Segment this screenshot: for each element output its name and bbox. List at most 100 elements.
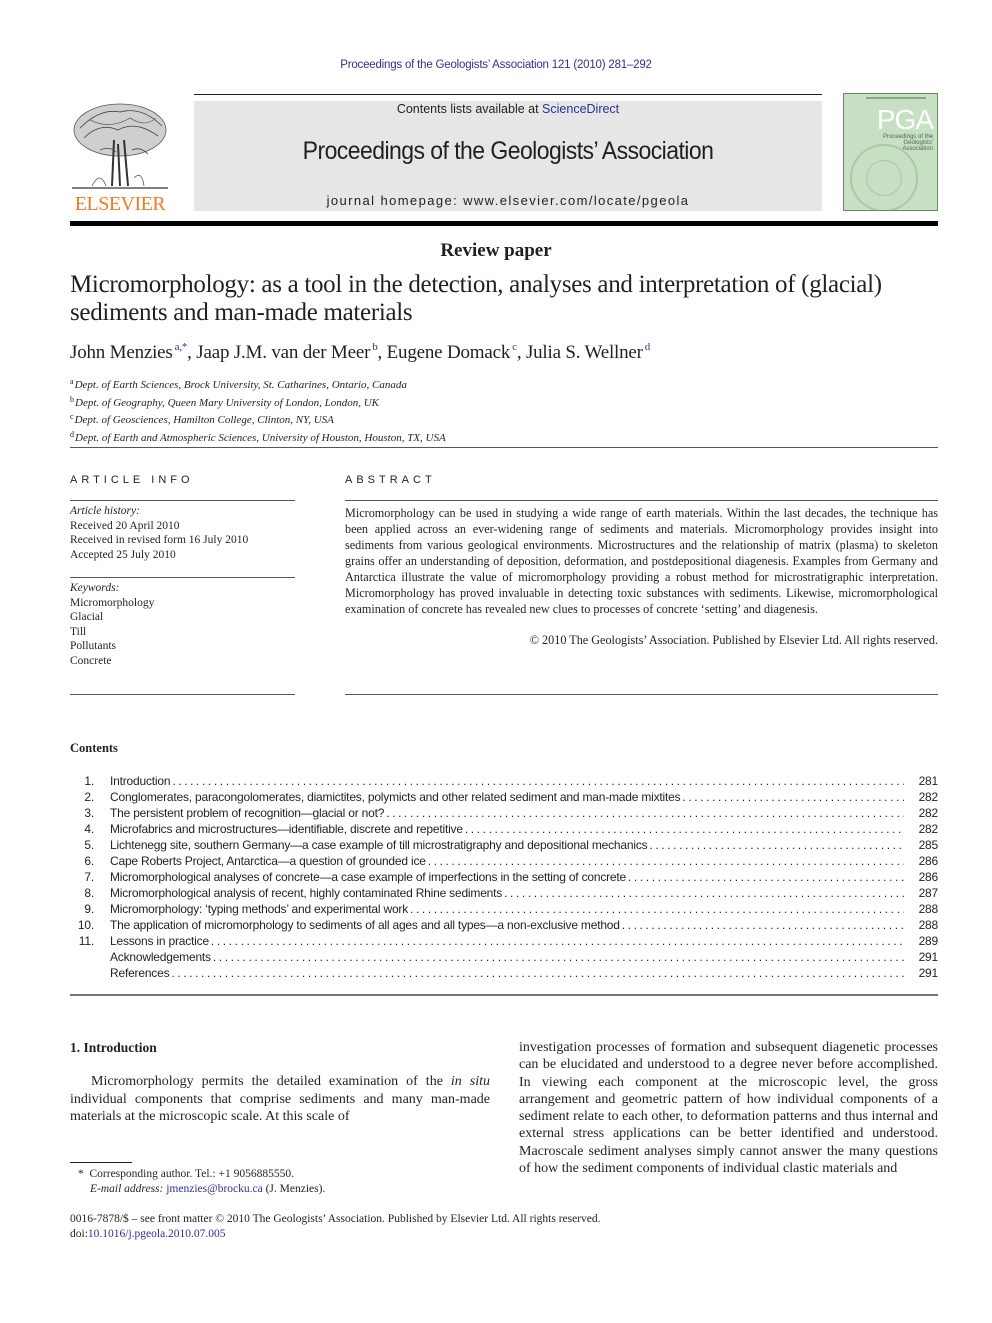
toc-leader-dots: ........................................… — [172, 774, 904, 788]
footnote-rule — [70, 1162, 132, 1163]
toc-number: 11. — [78, 934, 94, 948]
toc-number: 8. — [84, 886, 94, 900]
toc-leader-dots: ........................................… — [649, 838, 904, 852]
keyword: Concrete — [70, 654, 112, 667]
toc-leader-dots: ........................................… — [410, 902, 904, 916]
toc-leader-dots: ........................................… — [628, 870, 904, 884]
toc-leader-dots: ........................................… — [212, 950, 904, 964]
abstract-bottom-rule — [345, 694, 938, 695]
toc-page: 286 — [918, 854, 939, 868]
toc-entry[interactable]: 6. Cape Roberts Project, Antarctica—a que… — [70, 853, 938, 869]
toc-title: References — [110, 966, 170, 980]
author-name: Julia S. Wellner — [525, 342, 643, 363]
article-info-heading: ARTICLE INFO — [70, 474, 194, 486]
keyword: Pollutants — [70, 640, 117, 652]
masthead-thick-rule — [70, 221, 938, 226]
toc-page: 288 — [918, 902, 939, 916]
doi-line: doi:10.1016/j.pgeola.2010.07.005 — [70, 1227, 226, 1242]
running-head[interactable]: Proceedings of the Geologists’ Associati… — [0, 59, 992, 71]
author-list: John Menzies a,*, Jaap J.M. van der Meer b… — [70, 341, 650, 364]
toc-number — [70, 949, 94, 965]
affiliation: aDept. of Earth Sciences, Brock Universi… — [70, 375, 446, 393]
toc-page: 289 — [918, 934, 939, 948]
keyword: Glacial — [70, 611, 104, 623]
toc-number: 4. — [84, 822, 94, 836]
toc-leader-dots: ........................................… — [504, 886, 904, 900]
keywords: Keywords: Micromorphology Glacial Till P… — [70, 581, 295, 668]
sciencedirect-link[interactable]: ScienceDirect — [542, 102, 619, 116]
author-name: Jaap J.M. van der Meer — [196, 342, 371, 363]
toc-leader-dots: ........................................… — [464, 822, 904, 836]
toc-entry[interactable]: 7. Micromorphological analyses of concret… — [70, 869, 938, 885]
toc-entry[interactable]: 9. Micromorphology: ‘typing methods’ and … — [70, 901, 938, 917]
toc-page: 291 — [918, 966, 939, 980]
header-rule — [194, 94, 822, 95]
toc-entry[interactable]: References..............................… — [70, 965, 938, 981]
toc-leader-dots: ........................................… — [621, 918, 904, 932]
abstract-heading: ABSTRACT — [345, 474, 436, 486]
journal-cover-thumbnail[interactable]: PGA Proceedings of the Geologists' Assoc… — [843, 93, 938, 211]
toc-entry[interactable]: 1. Introduction..........................… — [70, 773, 938, 789]
footnote-marker: * — [78, 1168, 84, 1180]
toc-number: 7. — [84, 870, 94, 884]
toc-entry[interactable]: 10. The application of micromorphology to… — [70, 917, 938, 933]
footnote-line: * Corresponding author. Tel.: +1 9056885… — [78, 1167, 325, 1182]
toc-entry[interactable]: 11. Lessons in practice..................… — [70, 933, 938, 949]
toc-number: 9. — [84, 902, 94, 916]
author[interactable]: John Menzies a,* — [70, 341, 188, 363]
affiliation-marker: d — [70, 429, 74, 439]
affiliation-text: Dept. of Geography, Queen Mary Universit… — [75, 396, 379, 409]
toc-entry[interactable]: 4. Microfabrics and microstructures—ident… — [70, 821, 938, 837]
author[interactable]: Julia S. Wellner d — [525, 341, 651, 363]
author[interactable]: Eugene Domack c — [387, 341, 517, 363]
toc-page: 281 — [918, 774, 939, 788]
author-affiliation-link[interactable]: a,* — [175, 341, 188, 353]
toc-entry[interactable]: 8. Micromorphological analysis of recent,… — [70, 885, 938, 901]
toc-number — [70, 965, 94, 981]
article-title: Micromorphology: as a tool in the detect… — [70, 271, 882, 326]
toc-title: Lessons in practice — [110, 934, 209, 948]
journal-masthead: Contents lists available at ScienceDirec… — [194, 101, 822, 211]
toc-leader-dots: ........................................… — [171, 966, 904, 980]
toc-number: 2. — [84, 790, 94, 804]
toc-entry[interactable]: 2. Conglomerates, paracongolomerates, dia… — [70, 789, 938, 805]
keywords-label: Keywords: — [70, 582, 120, 594]
affiliation-marker: b — [70, 394, 74, 404]
affiliation: bDept. of Geography, Queen Mary Universi… — [70, 393, 446, 411]
author-affiliation-link[interactable]: d — [645, 341, 651, 353]
email-link[interactable]: jmenzies@brocku.ca — [166, 1183, 262, 1195]
toc-page: 282 — [918, 822, 939, 836]
footnote-corresponding: Corresponding author. Tel.: +1 905688555… — [89, 1168, 294, 1180]
toc-leader-dots: ........................................… — [682, 790, 904, 804]
cover-seal-inner — [866, 160, 902, 196]
toc-title: The persistent problem of recognition—gl… — [110, 806, 385, 820]
toc-number: 10. — [77, 918, 94, 932]
toc-title: The application of micromorphology to se… — [110, 918, 620, 932]
cover-acronym: PGA — [876, 104, 934, 135]
body-text: Micromorphology permits the detailed exa… — [91, 1074, 451, 1089]
author[interactable]: Jaap J.M. van der Meer b — [196, 341, 377, 363]
contents-available-text: Contents lists available at — [396, 102, 543, 116]
journal-homepage-link[interactable]: journal homepage: www.elsevier.com/locat… — [194, 193, 822, 208]
toc-number: 6. — [84, 854, 94, 868]
section-heading-introduction: 1. Introduction — [70, 1040, 157, 1055]
article-history-label: Article history: — [70, 505, 140, 517]
toc-title: Conglomerates, paracongolomerates, diami… — [110, 790, 681, 804]
keyword: Till — [70, 625, 87, 638]
cover-seal-icon — [850, 144, 918, 210]
article-type: Review paper — [440, 240, 552, 261]
cover-header-bar — [866, 97, 926, 99]
elsevier-logo[interactable]: ELSEVIER — [70, 100, 170, 216]
toc-leader-dots: ........................................… — [210, 934, 904, 948]
toc-title: Micromorphological analysis of recent, h… — [110, 886, 503, 900]
toc-entry[interactable]: 5. Lichtenegg site, southern Germany—a ca… — [70, 837, 938, 853]
toc-entry[interactable]: Acknowledgements........................… — [70, 949, 938, 965]
toc-title: Micromorphology: ‘typing methods’ and ex… — [110, 902, 409, 916]
toc-entry[interactable]: 3. The persistent problem of recognition—… — [70, 805, 938, 821]
toc-number: 1. — [84, 774, 94, 788]
toc-number: 5. — [84, 838, 94, 852]
affiliation-marker: c — [70, 412, 74, 421]
toc-page: 291 — [918, 950, 939, 964]
doi-link[interactable]: 10.1016/j.pgeola.2010.07.005 — [88, 1228, 226, 1240]
article-info-rule — [70, 500, 295, 501]
